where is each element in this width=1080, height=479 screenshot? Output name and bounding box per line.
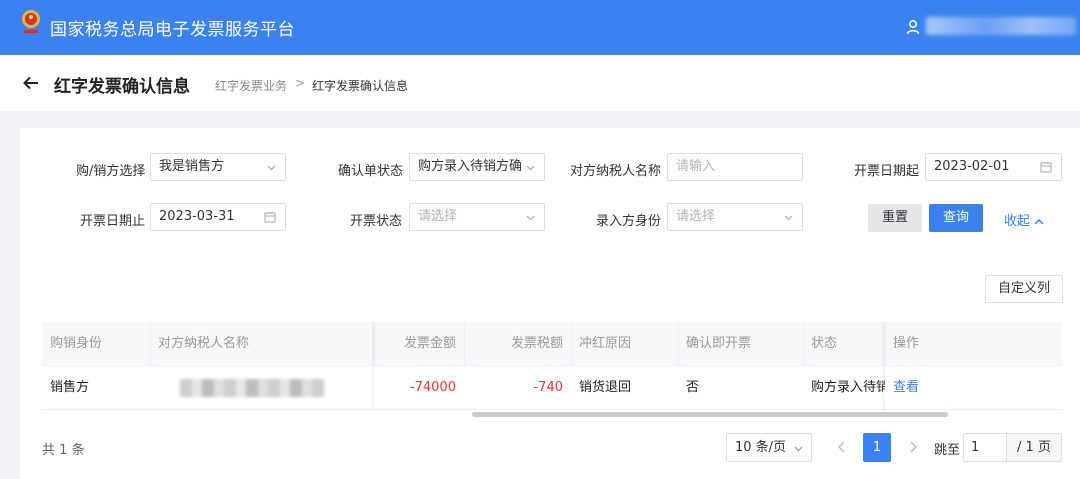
confirm-info-table: 购销身份 对方纳税人名称 发票金额 发票税额 冲红原因 确认即开票 状态 操作 … (42, 322, 1062, 410)
query-button[interactable]: 查询 (929, 204, 983, 232)
cell-amount: -74000 (409, 380, 456, 395)
next-page-icon[interactable] (903, 437, 923, 457)
total-pages: / 1 页 (1006, 433, 1062, 462)
cell-confirm-issue: 否 (686, 380, 700, 395)
collapse-filters-button[interactable]: 收起 (1004, 210, 1044, 229)
column-header-reason: 冲红原因 (579, 336, 632, 351)
chevron-down-icon (526, 215, 535, 221)
cell-identity: 销售方 (50, 380, 90, 395)
issue-status-label: 开票状态 (350, 214, 403, 229)
cell-tax: -740 (533, 380, 563, 395)
total-count: 共 1 条 (42, 443, 85, 458)
content-card: 购/销方选择 我是销售方 确认单状态 购方录入待销方确 对方纳税人名称 请输入 … (20, 128, 1080, 479)
issue-date-end-label: 开票日期止 (80, 214, 146, 229)
breadcrumb-item-red-invoice-business[interactable]: 红字发票业务 (215, 77, 287, 94)
buyer-seller-label: 购/销方选择 (76, 164, 146, 179)
custom-columns-button[interactable]: 自定义列 (985, 275, 1063, 303)
counterparty-name-redacted (180, 379, 324, 397)
page-title: 红字发票确认信息 (54, 77, 190, 97)
column-header-counterparty: 对方纳税人名称 (158, 336, 250, 351)
column-header-action: 操作 (893, 336, 920, 351)
issue-status-select[interactable]: 请选择 (409, 203, 545, 231)
user-name-redacted[interactable] (926, 17, 1076, 35)
page-number-current[interactable]: 1 (863, 433, 891, 462)
table-horizontal-scrollbar[interactable] (472, 412, 948, 417)
chevron-up-icon (1034, 218, 1044, 225)
column-header-identity: 购销身份 (50, 336, 103, 351)
goto-label: 跳至 (934, 443, 961, 458)
column-header-confirm-issue: 确认即开票 (686, 336, 752, 351)
column-header-tax: 发票税额 (510, 336, 563, 351)
issue-date-end-picker[interactable]: 2023-03-31 (150, 203, 286, 231)
column-header-amount: 发票金额 (403, 336, 456, 351)
app-title: 国家税务总局电子发票服务平台 (50, 20, 295, 40)
page-titlebar: 红字发票确认信息 红字发票业务 > 红字发票确认信息 (0, 55, 1080, 111)
calendar-icon (1040, 162, 1052, 173)
page-size-select[interactable]: 10 条/页 (726, 433, 812, 462)
user-icon[interactable] (906, 19, 920, 35)
chevron-down-icon (526, 165, 535, 171)
entry-identity-select[interactable]: 请选择 (667, 203, 803, 231)
counterparty-name-input[interactable]: 请输入 (667, 153, 803, 181)
breadcrumb-item-current: 红字发票确认信息 (312, 79, 409, 93)
tax-emblem-icon (22, 10, 40, 33)
entry-identity-label: 录入方身份 (596, 214, 662, 229)
chevron-down-icon (267, 165, 276, 171)
prev-page-icon[interactable] (832, 437, 852, 457)
chevron-down-icon (794, 446, 803, 452)
goto-page-input[interactable] (963, 433, 1007, 462)
counterparty-name-label: 对方纳税人名称 (570, 164, 662, 179)
issue-date-start-picker[interactable]: 2023-02-01 (925, 153, 1062, 181)
calendar-icon (264, 212, 276, 223)
column-header-status: 状态 (811, 336, 838, 351)
reset-button[interactable]: 重置 (868, 204, 922, 232)
cell-status: 购方录入待销 (811, 380, 885, 395)
table-header-row: 购销身份 对方纳税人名称 发票金额 发票税额 冲红原因 确认即开票 状态 操作 (42, 322, 1062, 366)
issue-date-start-label: 开票日期起 (854, 164, 920, 179)
confirm-status-label: 确认单状态 (338, 164, 404, 179)
buyer-seller-select[interactable]: 我是销售方 (150, 153, 286, 181)
cell-reason: 销货退回 (579, 380, 632, 395)
confirm-status-select[interactable]: 购方录入待销方确 (409, 153, 545, 181)
view-link[interactable]: 查看 (885, 366, 945, 410)
breadcrumb-separator: > (295, 76, 306, 90)
top-header: 国家税务总局电子发票服务平台 (0, 0, 1080, 55)
back-arrow-icon[interactable] (22, 74, 40, 92)
chevron-down-icon (784, 215, 793, 221)
